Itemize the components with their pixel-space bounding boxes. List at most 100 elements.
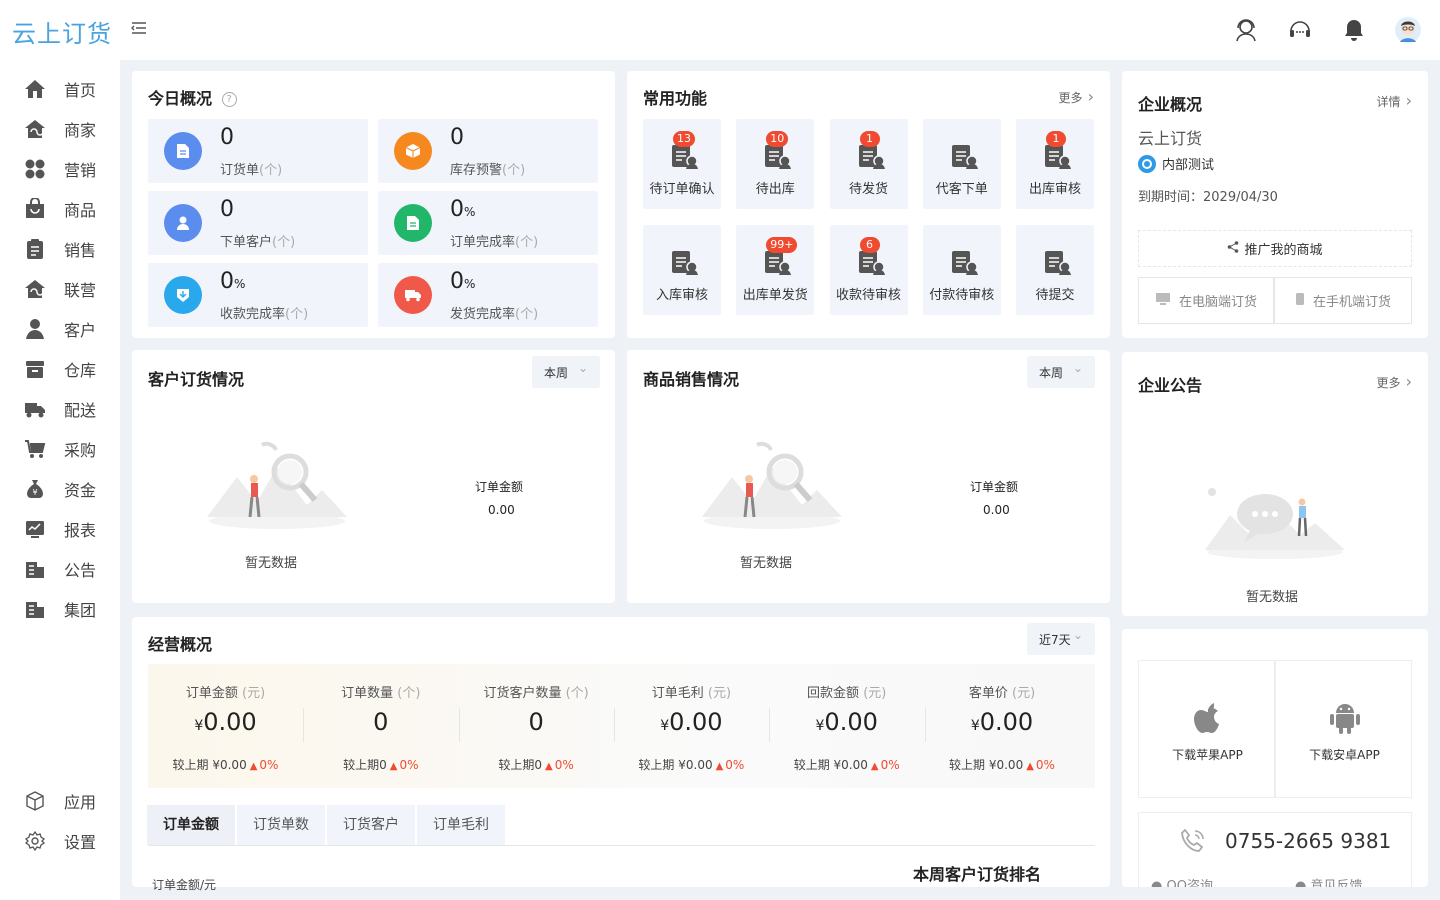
kpi-unit-price: 客单价 (元)¥0.00较上期 ¥0.000% [925, 664, 1080, 788]
period-select[interactable]: 近7天 [1027, 623, 1095, 655]
bell-icon[interactable] [1338, 14, 1370, 46]
sidebar-item-group[interactable]: 集团 [24, 589, 114, 629]
metric-value: 0.00 [983, 503, 1010, 517]
function-outbound[interactable]: 10 待出库 [736, 119, 815, 209]
function-payment-audit[interactable]: 6 收款待审核 [829, 225, 908, 315]
tab-order-customers[interactable]: 订货客户 [327, 805, 415, 845]
more-link[interactable]: 更多 [1377, 372, 1413, 391]
sidebar-item-settings[interactable]: 设置 [24, 821, 114, 861]
period-select[interactable]: 本周 [532, 356, 600, 388]
sidebar-item-goods[interactable]: 商品 [24, 189, 114, 229]
tab-order-margin[interactable]: 订单毛利 [417, 805, 505, 845]
tab-order-amount[interactable]: 订单金额 [147, 805, 235, 845]
details-link[interactable]: 详情 [1377, 91, 1413, 110]
report-icon [24, 518, 46, 540]
top-bar: 云上订货 [0, 0, 1440, 60]
period-select[interactable]: 本周 [1027, 356, 1095, 388]
payable-audit-icon [949, 247, 979, 277]
card-title: 经营概况 [148, 635, 213, 654]
headset-icon[interactable] [1284, 14, 1316, 46]
user-icon [164, 204, 202, 242]
merchant-icon [24, 118, 46, 140]
count-badge: 1 [1046, 131, 1066, 147]
function-outbound-ship[interactable]: 99+ 出库单发货 [736, 225, 815, 315]
goods-icon [24, 198, 46, 220]
sidebar-item-report[interactable]: 报表 [24, 509, 114, 549]
company-tag: 内部测试 [1162, 158, 1215, 173]
function-proxy-order[interactable]: 代客下单 [922, 119, 1001, 209]
sidebar-item-sales[interactable]: 销售 [24, 229, 114, 269]
sidebar-item-label: 首页 [64, 81, 97, 100]
count-badge: 99+ [766, 237, 798, 253]
feedback-link[interactable]: ● 意见反馈 [1295, 875, 1363, 887]
svg-text:¥: ¥ [32, 488, 37, 497]
sidebar-item-funds[interactable]: ¥ 资金 [24, 469, 114, 509]
sidebar-item-notice[interactable]: 公告 [24, 549, 114, 589]
download-ios-app-button[interactable]: 下载苹果APP [1138, 660, 1275, 798]
check-doc-icon [394, 204, 432, 242]
sidebar-item-apps[interactable]: 应用 [24, 781, 114, 821]
function-inbound-audit[interactable]: 入库审核 [643, 225, 721, 315]
home-icon [24, 78, 46, 100]
chart-y-label: 订单金额/元 [152, 878, 217, 892]
kpi-order-count: 订单数量 (个)0较上期00% [303, 664, 458, 788]
inbound-audit-icon [669, 247, 699, 277]
sidebar-item-label: 商家 [64, 121, 97, 140]
sales-icon [24, 238, 46, 260]
tab-order-count[interactable]: 订货单数 [237, 805, 325, 845]
kpi-receipt-amount: 回款金额 (元)¥0.00较上期 ¥0.000% [769, 664, 924, 788]
ranking-title: 本周客户订货排名 [913, 865, 1042, 884]
qq-consult-link[interactable]: ● QQ咨询 [1151, 875, 1213, 887]
kpi-order-margin: 订单毛利 (元)¥0.00较上期 ¥0.000% [614, 664, 769, 788]
function-outbound-audit[interactable]: 1 出库审核 [1016, 119, 1094, 209]
empty-illustration-icon [697, 435, 847, 535]
today-overview-card: 今日概况 ? 0 订货单(个) 0 库存预警(个) 0 下单客户(个) 0% 订… [132, 71, 615, 338]
feedback-icon: ● [1295, 879, 1311, 887]
sidebar-item-customer[interactable]: 客户 [24, 309, 114, 349]
stat-payment-completion[interactable]: 0% 收款完成率(个) [148, 263, 368, 327]
stat-stock-warning[interactable]: 0 库存预警(个) [378, 119, 598, 183]
company-notice-card: 企业公告 更多 暂无数据 [1122, 352, 1428, 616]
brand-logo[interactable]: 云上订货 [12, 14, 112, 49]
sidebar-item-merchant[interactable]: 商家 [24, 109, 114, 149]
download-icon [164, 276, 202, 314]
mobile-order-button[interactable]: 在手机端订货 [1274, 277, 1412, 324]
sidebar: 首页 商家 营销 商品 销售 联营 客户 仓库 配送 采购 ¥ 资金 报表 公告… [0, 60, 120, 900]
customer-service-icon[interactable] [1230, 14, 1262, 46]
gear-icon [24, 830, 46, 852]
phone-call-icon [1179, 827, 1207, 859]
function-plane[interactable]: 1 待发货 [829, 119, 908, 209]
money-bag-icon: ¥ [24, 478, 46, 500]
promote-store-button[interactable]: 推广我的商城 [1138, 230, 1412, 267]
sidebar-item-delivery[interactable]: 配送 [24, 389, 114, 429]
sidebar-item-purchase[interactable]: 采购 [24, 429, 114, 469]
goods-sales-card: 商品销售情况 本周 暂无数据 订单金额 0.00 [627, 350, 1110, 603]
card-title: 企业概况 [1138, 95, 1203, 114]
stat-shipping-completion[interactable]: 0% 发货完成率(个) [378, 263, 598, 327]
sidebar-item-marketing[interactable]: 营销 [24, 149, 114, 189]
sidebar-item-joint[interactable]: 联营 [24, 269, 114, 309]
sidebar-item-label: 仓库 [64, 361, 97, 380]
stat-order-customers[interactable]: 0 下单客户(个) [148, 191, 368, 255]
kpi-customer-count: 订货客户数量 (个)0较上期00% [459, 664, 614, 788]
download-android-app-button[interactable]: 下载安卓APP [1275, 660, 1412, 798]
avatar[interactable] [1392, 14, 1424, 46]
empty-illustration-icon [202, 435, 352, 535]
pc-order-button[interactable]: 在电脑端订货 [1138, 277, 1274, 324]
count-badge: 13 [673, 131, 695, 147]
function-order-confirm[interactable]: 13 待订单确认 [643, 119, 721, 209]
share-icon [1227, 240, 1239, 257]
function-payable-audit[interactable]: 付款待审核 [922, 225, 1001, 315]
help-icon[interactable]: ? [221, 92, 237, 107]
stat-order-completion[interactable]: 0% 订单完成率(个) [378, 191, 598, 255]
collapse-menu-icon[interactable] [131, 20, 147, 36]
stat-orders[interactable]: 0 订货单(个) [148, 119, 368, 183]
sidebar-item-home[interactable]: 首页 [24, 69, 114, 109]
more-link[interactable]: 更多 [1059, 87, 1095, 106]
sidebar-item-warehouse[interactable]: 仓库 [24, 349, 114, 389]
sidebar-item-label: 联营 [64, 281, 97, 300]
service-phone[interactable]: 0755-2665 9381 [1225, 829, 1391, 853]
function-submit[interactable]: 待提交 [1016, 225, 1094, 315]
count-badge: 1 [859, 131, 880, 147]
proxy-order-icon [949, 141, 979, 171]
